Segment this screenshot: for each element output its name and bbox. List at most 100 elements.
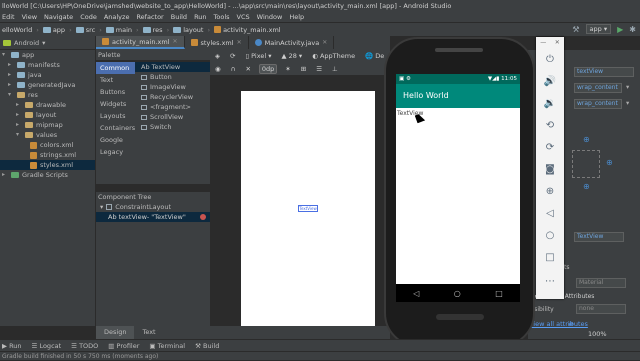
tree-item-app[interactable]: ▾ app: [0, 50, 95, 60]
menu-refactor[interactable]: Refactor: [136, 12, 163, 22]
component-constraintlayout[interactable]: ▾ ConstraintLayout: [96, 202, 210, 212]
add-constraint-right-icon[interactable]: ⊕: [606, 158, 613, 167]
home-icon[interactable]: ○: [536, 225, 564, 245]
rotate-left-icon[interactable]: ⟲: [536, 115, 564, 135]
power-icon[interactable]: ⏻: [536, 49, 564, 69]
nav-back-icon[interactable]: ◁: [413, 289, 419, 298]
tree-item-res[interactable]: ▾ res: [0, 90, 95, 100]
more-icon[interactable]: ⋯: [536, 271, 564, 291]
layout-width-field[interactable]: wrap_content: [574, 83, 622, 93]
debug-icon[interactable]: ✱: [629, 25, 636, 34]
tab-mainactivity[interactable]: MainActivity.java ✕: [249, 36, 335, 49]
menu-window[interactable]: Window: [257, 12, 283, 22]
tree-item-layout[interactable]: ▸ layout: [0, 110, 95, 120]
rotate-right-icon[interactable]: ⟳: [536, 137, 564, 157]
menu-code[interactable]: Code: [80, 12, 97, 22]
palette-item-imageview[interactable]: ImageView: [135, 82, 210, 92]
tool-logcat[interactable]: ☰ Logcat: [32, 340, 62, 351]
volume-down-icon[interactable]: 🔉: [536, 93, 564, 113]
tab-text[interactable]: Text: [134, 326, 163, 339]
tree-item-values[interactable]: ▾ values: [0, 130, 95, 140]
tree-item-colors-xml[interactable]: colors.xml: [0, 140, 95, 150]
orientation-icon[interactable]: ⟳: [228, 52, 237, 60]
nav-overview-icon[interactable]: □: [495, 289, 503, 298]
api-select[interactable]: ▲ 28 ▾: [280, 52, 305, 60]
text-color-field[interactable]: Material: [576, 278, 626, 288]
add-constraint-top-icon[interactable]: ⊕: [583, 135, 590, 144]
palette-item-recyclerview[interactable]: RecyclerView: [135, 92, 210, 102]
swap-icon[interactable]: ⇄: [568, 320, 573, 328]
project-view-header[interactable]: Android ▾: [0, 36, 95, 50]
tree-item-gradle-scripts[interactable]: ▸ Gradle Scripts: [0, 170, 95, 180]
menu-build[interactable]: Build: [171, 12, 187, 22]
menu-help[interactable]: Help: [289, 12, 304, 22]
canvas-textview[interactable]: TextView: [298, 205, 318, 212]
minimize-icon[interactable]: —: [540, 39, 546, 46]
crumb-app[interactable]: app: [42, 26, 65, 34]
menu-run[interactable]: Run: [194, 12, 206, 22]
add-constraint-bottom-icon[interactable]: ⊕: [583, 182, 590, 191]
tool-todo[interactable]: ☰ TODO: [71, 340, 98, 351]
run-icon[interactable]: ▶: [617, 25, 623, 34]
layout-height-field[interactable]: wrap_content: [574, 99, 622, 109]
palette-cat-google[interactable]: Google: [96, 134, 135, 146]
tab-activity-main[interactable]: activity_main.xml ✕: [96, 36, 185, 49]
back-icon[interactable]: ◁: [536, 203, 564, 223]
palette-item-scrollview[interactable]: ScrollView: [135, 112, 210, 122]
tab-design[interactable]: Design: [96, 326, 135, 339]
component-textview[interactable]: Ab textView- "TextView": [96, 212, 210, 222]
default-margin-button[interactable]: 0dp: [258, 63, 278, 74]
tree-item-strings-xml[interactable]: strings.xml: [0, 150, 95, 160]
menu-view[interactable]: View: [22, 12, 37, 22]
eye-icon[interactable]: ◉: [213, 65, 223, 73]
palette-cat-containers[interactable]: Containers: [96, 122, 135, 134]
palette-cat-common[interactable]: Common: [96, 62, 135, 74]
palette-item-fragment[interactable]: <fragment>: [135, 102, 210, 112]
palette-item-switch[interactable]: Switch: [135, 122, 210, 132]
nav-home-icon[interactable]: ○: [454, 289, 461, 298]
palette-cat-widgets[interactable]: Widgets: [96, 98, 135, 110]
crumb-layout[interactable]: layout: [173, 26, 203, 34]
palette-cat-buttons[interactable]: Buttons: [96, 86, 135, 98]
design-mode-icon[interactable]: ◈: [213, 52, 222, 60]
palette-cat-text[interactable]: Text: [96, 74, 135, 86]
tree-item-java[interactable]: ▸ java: [0, 70, 95, 80]
pack-icon[interactable]: ⊞: [299, 65, 308, 73]
tree-item-mipmap[interactable]: ▸ mipmap: [0, 120, 95, 130]
chevron-down-icon[interactable]: ▾: [626, 83, 629, 91]
view-all-attributes-link[interactable]: View all attributes: [529, 320, 588, 328]
tool-build[interactable]: ⚒ Build: [195, 340, 219, 351]
palette-item-button[interactable]: Button: [135, 72, 210, 82]
close-icon[interactable]: ✕: [322, 39, 327, 46]
menu-edit[interactable]: Edit: [2, 12, 15, 22]
crumb-main[interactable]: main: [105, 26, 132, 34]
crumb-src[interactable]: src: [75, 26, 95, 34]
magnet-icon[interactable]: ∩: [229, 65, 238, 73]
device-select[interactable]: ▯ Pixel ▾: [243, 52, 273, 60]
run-config-select[interactable]: app ▾: [585, 24, 612, 34]
warning-icon[interactable]: [200, 214, 206, 220]
volume-up-icon[interactable]: 🔊: [536, 71, 564, 91]
crumb-res[interactable]: res: [142, 26, 163, 34]
crumb-project[interactable]: elloWorld: [2, 26, 32, 34]
camera-icon[interactable]: ◙: [536, 159, 564, 179]
clear-constraints-icon[interactable]: ✕: [243, 65, 252, 73]
theme-select[interactable]: ◐ AppTheme: [310, 52, 357, 60]
align-icon[interactable]: ☰: [314, 65, 324, 73]
visibility-field[interactable]: none: [576, 304, 626, 314]
tab-styles[interactable]: styles.xml ✕: [185, 36, 249, 49]
crumb-file[interactable]: activity_main.xml: [214, 26, 281, 34]
id-field[interactable]: textView: [574, 67, 634, 77]
tree-item-manifests[interactable]: ▸ manifests: [0, 60, 95, 70]
tool-terminal[interactable]: ▣ Terminal: [149, 340, 185, 351]
close-icon[interactable]: ✕: [555, 39, 560, 46]
constraint-widget[interactable]: [572, 150, 600, 178]
close-icon[interactable]: ✕: [173, 38, 178, 45]
menu-tools[interactable]: Tools: [214, 12, 230, 22]
tree-item-drawable[interactable]: ▸ drawable: [0, 100, 95, 110]
tree-item-styles-xml[interactable]: styles.xml: [0, 160, 95, 170]
infer-constraints-icon[interactable]: ✶: [283, 65, 292, 73]
zoom-icon[interactable]: ⊕: [536, 181, 564, 201]
chevron-down-icon[interactable]: ▾: [626, 99, 629, 107]
menu-vcs[interactable]: VCS: [237, 12, 250, 22]
